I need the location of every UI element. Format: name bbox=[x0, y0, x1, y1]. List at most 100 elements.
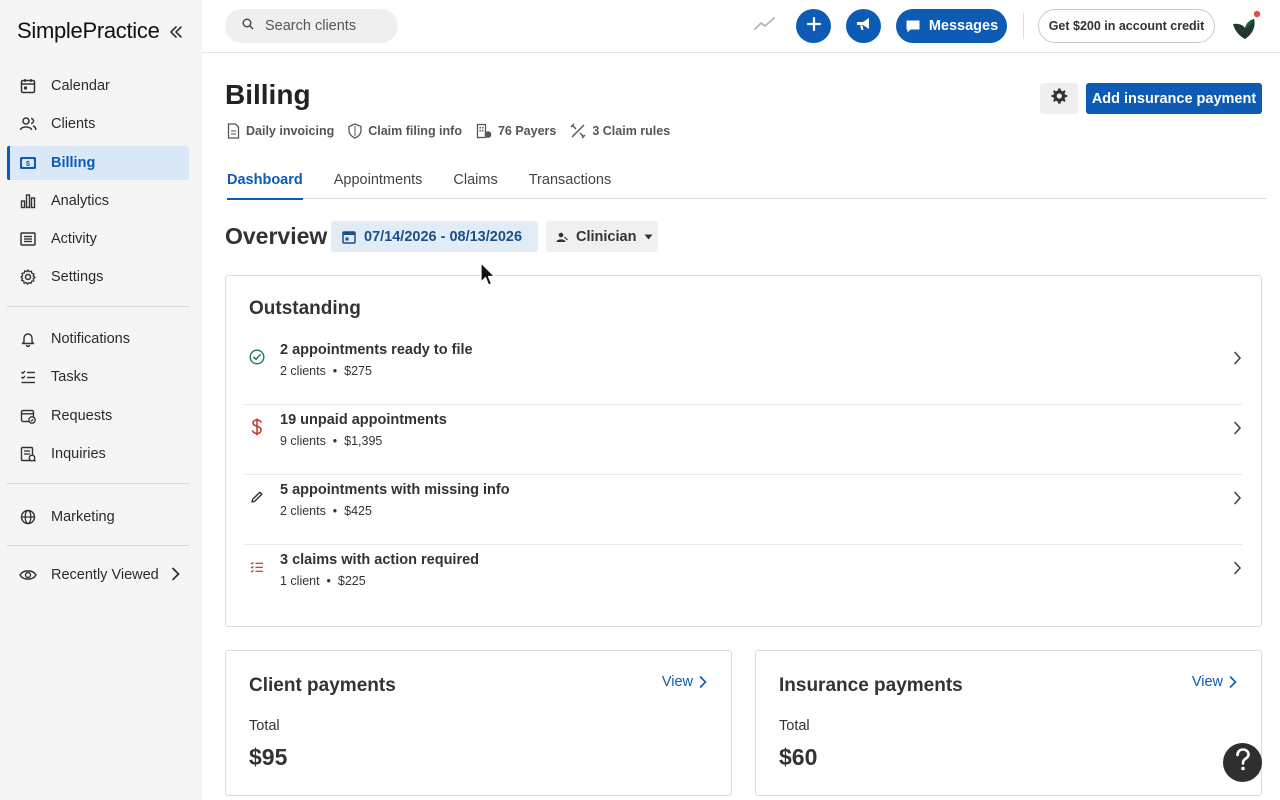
sidebar-item-billing[interactable]: $ Billing bbox=[7, 145, 189, 180]
primary-nav: Calendar Clients $ Billing Analytics Act… bbox=[0, 69, 202, 299]
search-input[interactable] bbox=[265, 18, 385, 34]
sidebar-item-label: Notifications bbox=[51, 331, 130, 347]
row-clients: 1 client bbox=[280, 574, 320, 588]
sidebar: SimplePractice Calendar Clients $ Billin… bbox=[0, 0, 202, 800]
meta-label: Claim filing info bbox=[368, 124, 462, 138]
sidebar-item-label: Recently Viewed bbox=[51, 567, 159, 583]
billing-settings-button[interactable] bbox=[1040, 83, 1078, 114]
sidebar-item-label: Requests bbox=[51, 407, 113, 424]
requests-icon bbox=[19, 407, 37, 425]
row-title: 19 unpaid appointments bbox=[280, 412, 447, 428]
sidebar-item-label: Tasks bbox=[51, 369, 89, 386]
claim-rules-link[interactable]: 3 Claim rules bbox=[570, 123, 670, 139]
view-label: View bbox=[1191, 674, 1223, 690]
daily-invoicing-link[interactable]: Daily invoicing bbox=[227, 123, 334, 139]
sidebar-item-tasks[interactable]: Tasks bbox=[7, 360, 189, 394]
sidebar-divider bbox=[7, 483, 189, 484]
row-amount: $275 bbox=[344, 364, 372, 378]
insurance-payments-view-link[interactable]: View bbox=[1192, 674, 1237, 690]
sidebar-item-label: Calendar bbox=[51, 78, 110, 94]
marketing-nav: Marketing bbox=[0, 500, 202, 538]
shield-icon bbox=[348, 123, 362, 139]
row-amount: $425 bbox=[344, 504, 372, 518]
chat-icon bbox=[905, 19, 921, 34]
search-icon bbox=[242, 17, 254, 35]
sidebar-item-label: Analytics bbox=[51, 192, 110, 209]
app-logo[interactable]: SimplePractice bbox=[17, 18, 160, 44]
mouse-cursor bbox=[480, 262, 496, 293]
trend-icon[interactable] bbox=[754, 17, 776, 36]
client-payments-title: Client payments bbox=[249, 675, 396, 696]
row-subtitle: 9 clients • $1,395 bbox=[280, 434, 383, 448]
outstanding-row-unpaid[interactable]: 19 unpaid appointments 9 clients • $1,39… bbox=[244, 405, 1242, 475]
insurance-payments-total: $60 bbox=[779, 744, 818, 770]
sidebar-item-label: Settings bbox=[51, 269, 104, 286]
sidebar-item-recently-viewed[interactable]: Recently Viewed bbox=[7, 558, 189, 592]
settings-icon bbox=[19, 268, 37, 286]
document-icon bbox=[227, 123, 240, 139]
row-clients: 2 clients bbox=[280, 504, 326, 518]
eye-icon bbox=[19, 566, 37, 584]
billing-tabs: Dashboard Appointments Claims Transactio… bbox=[227, 160, 1266, 200]
chevron-right-icon bbox=[171, 567, 181, 585]
sidebar-item-requests[interactable]: Requests bbox=[7, 399, 189, 433]
row-title: 2 appointments ready to file bbox=[280, 342, 473, 358]
sidebar-item-notifications[interactable]: Notifications bbox=[7, 322, 189, 356]
collapse-sidebar-icon[interactable] bbox=[166, 22, 186, 42]
outstanding-row-ready-to-file[interactable]: 2 appointments ready to file 2 clients •… bbox=[244, 335, 1242, 405]
sidebar-item-clients[interactable]: Clients bbox=[7, 107, 189, 141]
clinician-filter[interactable]: Clinician bbox=[546, 221, 658, 252]
sidebar-item-activity[interactable]: Activity bbox=[7, 222, 189, 256]
sidebar-item-analytics[interactable]: Analytics bbox=[7, 184, 189, 218]
sidebar-item-label: Billing bbox=[51, 154, 96, 171]
topbar-divider bbox=[1023, 13, 1024, 39]
search-box[interactable] bbox=[225, 9, 398, 43]
activity-icon bbox=[19, 230, 37, 248]
meta-label: Daily invoicing bbox=[246, 124, 335, 138]
topbar: Messages Get $200 in account credit bbox=[202, 0, 1280, 53]
sidebar-item-inquiries[interactable]: Inquiries bbox=[7, 437, 189, 471]
row-title: 5 appointments with missing info bbox=[280, 482, 510, 498]
chevron-right-icon bbox=[1229, 676, 1237, 688]
row-clients: 2 clients bbox=[280, 364, 326, 378]
profile-avatar[interactable] bbox=[1229, 10, 1261, 42]
bell-icon bbox=[19, 330, 37, 348]
chevron-right-icon bbox=[1233, 491, 1242, 510]
tab-transactions[interactable]: Transactions bbox=[529, 160, 611, 199]
sidebar-item-marketing[interactable]: Marketing bbox=[7, 500, 189, 534]
add-insurance-payment-button[interactable]: Add insurance payment bbox=[1086, 83, 1262, 114]
date-range-picker[interactable]: 07/14/2026 - 08/13/2026 bbox=[331, 221, 538, 252]
chevron-right-icon bbox=[1233, 421, 1242, 440]
payers-link[interactable]: 76 Payers bbox=[476, 123, 556, 139]
tasks-icon bbox=[19, 368, 37, 386]
dollar-icon bbox=[248, 418, 266, 436]
add-button[interactable] bbox=[796, 9, 831, 43]
payers-icon bbox=[476, 123, 492, 139]
tab-claims[interactable]: Claims bbox=[453, 160, 497, 199]
billing-meta-row: Daily invoicing Claim filing info 76 Pay… bbox=[227, 123, 684, 139]
sidebar-item-calendar[interactable]: Calendar bbox=[7, 69, 189, 103]
caret-down-icon bbox=[644, 234, 653, 240]
view-label: View bbox=[661, 674, 693, 690]
messages-button[interactable]: Messages bbox=[896, 9, 1007, 43]
row-subtitle: 2 clients • $275 bbox=[280, 364, 372, 378]
account-credit-button[interactable]: Get $200 in account credit bbox=[1038, 9, 1215, 43]
tab-dashboard[interactable]: Dashboard bbox=[227, 160, 303, 200]
globe-icon bbox=[19, 508, 37, 526]
secondary-nav: Notifications Tasks Requests Inquiries bbox=[0, 322, 202, 475]
row-subtitle: 2 clients • $425 bbox=[280, 504, 372, 518]
chevron-right-icon bbox=[1233, 561, 1242, 580]
tab-appointments[interactable]: Appointments bbox=[334, 160, 423, 199]
help-button[interactable] bbox=[1223, 743, 1262, 782]
sidebar-item-settings[interactable]: Settings bbox=[7, 260, 189, 294]
outstanding-row-missing-info[interactable]: 5 appointments with missing info 2 clien… bbox=[244, 475, 1242, 545]
overview-title: Overview bbox=[225, 223, 328, 249]
insurance-payments-card: Insurance payments View Total $60 bbox=[755, 650, 1262, 796]
calendar-icon bbox=[342, 230, 356, 244]
client-payments-view-link[interactable]: View bbox=[662, 674, 707, 690]
sidebar-item-label: Marketing bbox=[51, 509, 115, 525]
question-icon bbox=[1235, 748, 1251, 777]
outstanding-row-claims-action[interactable]: 3 claims with action required 1 client •… bbox=[244, 545, 1242, 615]
claim-filing-info-link[interactable]: Claim filing info bbox=[348, 123, 462, 139]
announcements-button[interactable] bbox=[846, 9, 881, 43]
